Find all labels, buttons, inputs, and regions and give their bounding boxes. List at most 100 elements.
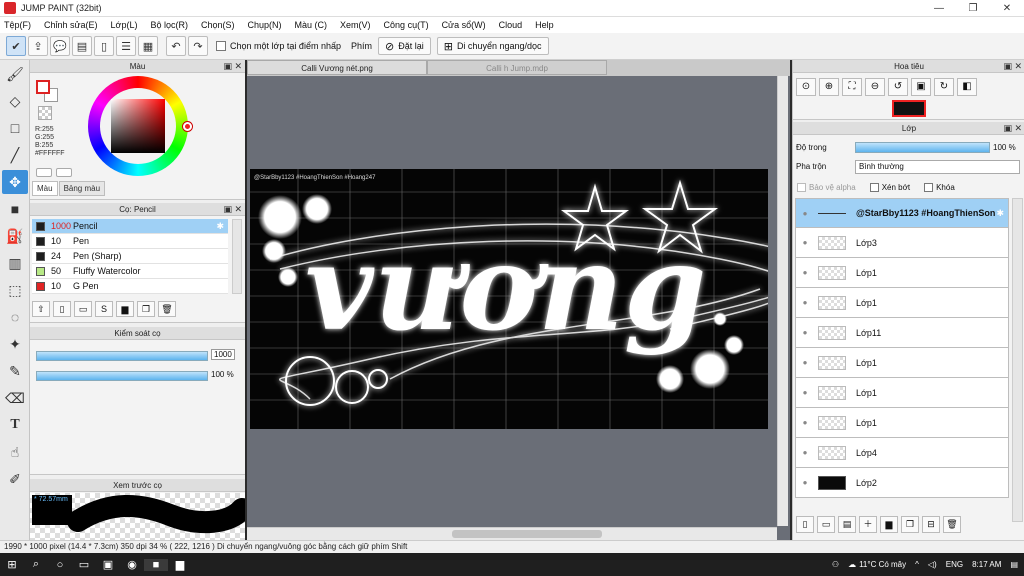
layer-row[interactable]: ● Lớp2 xyxy=(795,468,1009,498)
layer-row[interactable]: ● Lớp1 xyxy=(795,258,1009,288)
visibility-icon[interactable]: ● xyxy=(796,209,814,218)
brush-scrollbar[interactable] xyxy=(232,219,242,294)
visibility-icon[interactable]: ● xyxy=(796,298,814,307)
zoom-reset-icon[interactable]: ⊙ xyxy=(796,78,816,96)
canvas-vscroll[interactable] xyxy=(777,76,788,526)
new-layer-copy-icon[interactable]: ▭ xyxy=(817,516,835,533)
merge-layer-icon[interactable]: ⊟ xyxy=(922,516,940,533)
rotate-left-icon[interactable]: ↺ xyxy=(888,78,908,96)
visibility-icon[interactable]: ● xyxy=(796,418,814,427)
new-raster-icon[interactable]: ▤ xyxy=(838,516,856,533)
add-layer-menu-icon[interactable]: ＋ xyxy=(859,516,877,533)
store-icon[interactable]: ▣ xyxy=(96,558,120,571)
line-tool-icon[interactable]: ╱ xyxy=(2,143,28,167)
fit-icon[interactable]: ⛶ xyxy=(842,78,862,96)
layer-row[interactable]: ● Lớp3 xyxy=(795,228,1009,258)
layer-row[interactable]: ● Lớp1 xyxy=(795,378,1009,408)
tab-color[interactable]: Màu xyxy=(32,181,58,196)
visibility-icon[interactable]: ● xyxy=(796,358,814,367)
brush-new-icon[interactable]: ▯ xyxy=(53,301,71,317)
page-icon[interactable]: ▯ xyxy=(94,36,114,56)
reset-button[interactable]: ⊘ Đặt lại xyxy=(377,37,431,55)
brush-opacity-slider[interactable] xyxy=(36,371,208,381)
fit-window-icon[interactable]: ▣ xyxy=(911,78,931,96)
visibility-icon[interactable]: ● xyxy=(796,238,814,247)
toggle-a[interactable] xyxy=(36,168,52,177)
undo-icon[interactable]: ↶ xyxy=(166,36,186,56)
eraser-tool-icon[interactable]: ◇ xyxy=(2,89,28,113)
lasso-tool-icon[interactable]: ◌ xyxy=(2,305,28,329)
menu-select[interactable]: Chọn(S) xyxy=(201,20,235,30)
brush-folder-icon[interactable]: ▆ xyxy=(116,301,134,317)
brush-delete-icon[interactable]: 🗑 xyxy=(158,301,176,317)
brush-size-slider[interactable] xyxy=(36,351,208,361)
blend-mode-select[interactable]: Bình thường xyxy=(855,160,1020,174)
weather-widget[interactable]: ☁ 11°C Có mây xyxy=(848,560,906,569)
bucket-tool-icon[interactable]: ⛽ xyxy=(2,224,28,248)
move-tool-icon[interactable]: ✥ xyxy=(2,170,28,194)
redo-icon[interactable]: ↷ xyxy=(188,36,208,56)
menu-capture[interactable]: Chụp(N) xyxy=(248,20,282,30)
rectangle-tool-icon[interactable]: □ xyxy=(2,116,28,140)
zoom-out-icon[interactable]: ⊖ xyxy=(865,78,885,96)
list-icon[interactable]: ☰ xyxy=(116,36,136,56)
doc-tab-inactive[interactable]: Calli h Jump.mdp xyxy=(427,60,607,75)
toggle-b[interactable] xyxy=(56,168,72,177)
layer-opacity-slider[interactable] xyxy=(855,142,990,153)
language-indicator[interactable]: ENG xyxy=(946,560,963,569)
menu-window[interactable]: Cửa sổ(W) xyxy=(442,20,486,30)
magic-wand-tool-icon[interactable]: ✦ xyxy=(2,332,28,356)
notification-icon[interactable]: ▤ xyxy=(1010,560,1018,569)
panel-close-icon[interactable]: ▣ ✕ xyxy=(1003,60,1022,73)
rotate-right-icon[interactable]: ↻ xyxy=(934,78,954,96)
menu-cloud[interactable]: Cloud xyxy=(499,20,523,30)
foreground-color-swatch[interactable] xyxy=(36,80,50,94)
new-layer-icon[interactable]: ▯ xyxy=(796,516,814,533)
gear-icon[interactable]: ✱ xyxy=(996,208,1004,219)
fill-rect-tool-icon[interactable]: ■ xyxy=(2,197,28,221)
start-icon[interactable]: ⊞ xyxy=(0,558,24,571)
layer-row[interactable]: ● Lớp11 xyxy=(795,318,1009,348)
eyedropper-tool-icon[interactable]: ✐ xyxy=(2,467,28,491)
menu-file[interactable]: Tệp(F) xyxy=(4,20,31,30)
protect-alpha-checkbox[interactable]: Bảo vệ alpha xyxy=(797,183,856,192)
checkbox-box[interactable] xyxy=(216,41,226,51)
text-tool-icon[interactable]: T xyxy=(2,413,28,437)
minimize-icon[interactable]: — xyxy=(922,0,956,17)
move-axis-button[interactable]: ⊞ Di chuyển ngang/dọc xyxy=(436,37,549,55)
comment-icon[interactable]: 💬 xyxy=(50,36,70,56)
check-icon[interactable]: ✔ xyxy=(6,36,26,56)
brush-tool-icon[interactable]: 🖌 xyxy=(2,62,28,86)
delete-layer-icon[interactable]: 🗑 xyxy=(943,516,961,533)
brush-row[interactable]: 1000 Pencil ✱ xyxy=(32,219,228,234)
navigator-thumbnail[interactable] xyxy=(892,100,926,117)
menu-view[interactable]: Xem(V) xyxy=(340,20,371,30)
layer-row[interactable]: ● Lớp4 xyxy=(795,438,1009,468)
zoom-in-icon[interactable]: ⊕ xyxy=(819,78,839,96)
tray-chevron-icon[interactable]: ^ xyxy=(915,560,919,569)
brush-copy-icon[interactable]: ▭ xyxy=(74,301,92,317)
visibility-icon[interactable]: ● xyxy=(796,268,814,277)
visibility-icon[interactable]: ● xyxy=(796,328,814,337)
panel-close-icon[interactable]: ▣ ✕ xyxy=(223,203,242,216)
brush-row[interactable]: 24 Pen (Sharp) xyxy=(32,249,228,264)
menu-color[interactable]: Màu (C) xyxy=(295,20,328,30)
tab-palette[interactable]: Bảng màu xyxy=(58,181,106,196)
brush-size-value[interactable]: 1000 xyxy=(211,349,235,360)
layer-scrollbar[interactable] xyxy=(1012,198,1023,522)
duplicate-layer-icon[interactable]: ❐ xyxy=(901,516,919,533)
doc-tab-active[interactable]: Calli Vương nét.png xyxy=(247,60,427,75)
panel-close-icon[interactable]: ▣ ✕ xyxy=(223,60,242,73)
clipping-checkbox[interactable]: Xén bớt xyxy=(869,183,910,192)
menu-help[interactable]: Help xyxy=(535,20,554,30)
jump-paint-taskbar-icon[interactable]: ■ xyxy=(144,558,168,571)
canvas-hscroll[interactable] xyxy=(247,527,777,540)
color-wheel[interactable] xyxy=(88,76,192,176)
search-icon[interactable]: ⌕ xyxy=(24,558,48,571)
volume-icon[interactable]: ◁) xyxy=(928,560,937,569)
grid-icon[interactable]: ▦ xyxy=(138,36,158,56)
select-eraser-tool-icon[interactable]: ⌫ xyxy=(2,386,28,410)
visibility-icon[interactable]: ● xyxy=(796,478,814,487)
lock-checkbox[interactable]: Khóa xyxy=(924,183,955,192)
brush-duplicate-icon[interactable]: ❐ xyxy=(137,301,155,317)
